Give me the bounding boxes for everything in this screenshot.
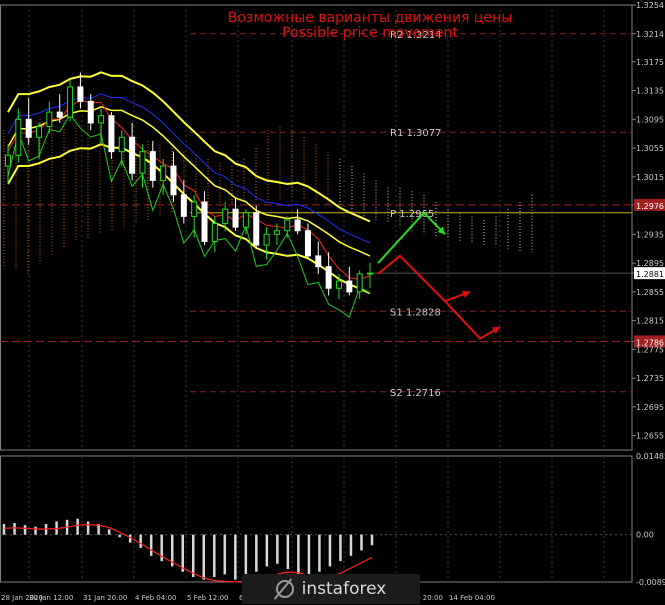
price-panel-frame [0, 4, 633, 451]
candle-body [5, 154, 11, 167]
candle-body [56, 111, 63, 118]
candle-body [129, 136, 136, 174]
candle-body [294, 219, 301, 232]
candle-body [25, 118, 32, 138]
time-axis-label: 4 Feb 04:00 [135, 594, 176, 602]
price-tick-label: 1.2695 [636, 403, 664, 412]
price-tick-label: 1.3015 [636, 173, 664, 182]
price-tick-label: 1.2735 [636, 374, 664, 383]
time-axis-label: 30 Jan 12:00 [29, 594, 73, 602]
candle-body [118, 136, 125, 153]
forecast-arrow-up [377, 211, 446, 264]
candle-body [87, 100, 94, 124]
candle-body [170, 165, 177, 196]
candle-body [46, 111, 53, 127]
forecast-arrow-down-2 [444, 300, 501, 340]
price-tick-label: 1.3254 [636, 1, 664, 10]
price-tick-label: 1.2775 [636, 345, 664, 354]
price-tick-label: 1.2895 [636, 259, 664, 268]
candle-body [325, 266, 332, 289]
candle-body [367, 272, 373, 275]
candle-body [253, 212, 260, 246]
price-tick-label: 1.3214 [636, 30, 664, 39]
candle-body [191, 201, 198, 217]
chart-title-ru: Возможные варианты движения цены [228, 10, 513, 26]
candle-body [222, 208, 229, 225]
pivot-level-label: R1 1.3077 [390, 128, 441, 139]
time-axis-label: 5 Feb 12:00 [187, 594, 228, 602]
time-axis-label: 31 Jan 20:00 [83, 594, 127, 602]
price-tick-label: 1.2935 [636, 230, 664, 239]
candle-body [335, 280, 342, 289]
price-tick-label: 1.3175 [636, 58, 664, 67]
candle-body [232, 208, 239, 228]
pivot-level-label: P 1.2965 [390, 209, 434, 220]
chart-title-en: Possible price movement [282, 25, 458, 41]
candle-body [346, 280, 353, 293]
instaforex-logo: instaforex [242, 574, 420, 604]
level-price-label: 1.2976 [636, 202, 664, 211]
candle-body [108, 115, 115, 153]
oscillator-tick-label: 0.00 [636, 531, 654, 540]
candle-body [139, 151, 146, 174]
candle-body [201, 201, 208, 243]
candle-body [160, 165, 167, 181]
candle-body [356, 273, 363, 293]
price-tick-label: 1.3095 [636, 115, 664, 124]
candle-body [263, 233, 270, 246]
candle-body [36, 125, 43, 138]
candle-body [284, 219, 291, 232]
price-tick-label: 1.2855 [636, 288, 664, 297]
candle-body [149, 151, 156, 181]
candle-body [242, 212, 249, 228]
price-tick-label: 1.2815 [636, 317, 664, 326]
forecast-arrow-down-1 [377, 254, 471, 303]
lower-band [7, 143, 371, 295]
oscillator-tick-label: -0.00894 [636, 578, 665, 587]
candle-body [98, 115, 105, 124]
price-chart: 1.3254 1.3214 1.3175 1.3135 1.3095 1.3055 1.30… [0, 1, 665, 602]
instaforex-mark-icon [275, 580, 294, 598]
pivot-level-label: S2 1.2716 [390, 388, 441, 399]
candle-body [180, 194, 187, 217]
candle-body [304, 230, 311, 257]
price-tick-label: 1.3135 [636, 87, 664, 96]
candle-body [15, 118, 22, 156]
price-tick-label: 1.2655 [636, 432, 664, 441]
candle-body [273, 230, 280, 235]
logo-text: instaforex [301, 579, 387, 599]
pivot-level-label: S1 1.2828 [390, 307, 441, 318]
candle-body [77, 86, 84, 102]
oscillator-tick-label: 0.01485 [636, 452, 665, 461]
candle-body [211, 223, 218, 243]
time-axis-label: 14 Feb 04:00 [449, 594, 495, 602]
current-price-label: 1.2881 [636, 270, 664, 279]
price-tick-label: 1.3055 [636, 144, 664, 153]
candle-body [67, 86, 74, 118]
candle-body [315, 255, 322, 268]
oscillator-panel-frame [0, 455, 633, 583]
